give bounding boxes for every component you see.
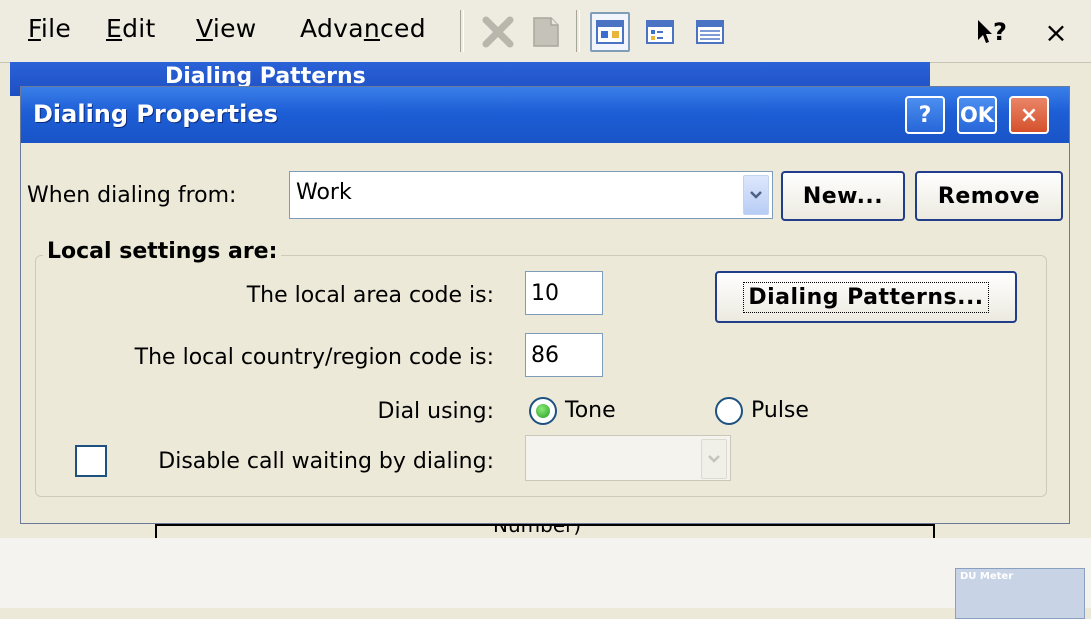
call-waiting-code-combo: [525, 435, 731, 481]
background-window-status: Number): [493, 524, 582, 537]
app-close-button[interactable]: ×: [1036, 12, 1076, 52]
disable-call-waiting-label[interactable]: Disable call waiting by dialing:: [158, 449, 494, 474]
menu-advanced-mnemonic: n: [363, 14, 381, 43]
local-settings-label: Local settings are:: [43, 239, 282, 264]
remove-button-label: Remove: [937, 183, 1041, 209]
country-code-input[interactable]: 86: [525, 333, 603, 377]
area-code-input[interactable]: 10: [525, 271, 603, 315]
delete-icon[interactable]: [478, 12, 518, 52]
tone-label[interactable]: Tone: [565, 398, 616, 423]
ok-button[interactable]: OK: [957, 96, 997, 134]
menu-file-text: ile: [40, 14, 72, 43]
details-view-icon[interactable]: [690, 12, 730, 52]
close-button[interactable]: ×: [1009, 96, 1049, 134]
desktop-strip: [0, 538, 1091, 608]
chevron-down-icon[interactable]: [743, 175, 769, 215]
menu-view-mnemonic: V: [196, 14, 213, 43]
disable-call-waiting-checkbox[interactable]: [75, 445, 107, 477]
area-code-label: The local area code is:: [246, 283, 494, 308]
menu-edit[interactable]: Edit: [106, 14, 156, 43]
toolbar-separator-2: [576, 10, 580, 52]
menu-advanced-text-pre: Adva: [300, 14, 364, 43]
large-icons-view-icon[interactable]: [590, 12, 630, 52]
menu-view[interactable]: View: [196, 14, 257, 43]
area-code-value: 10: [531, 281, 559, 306]
menu-edit-mnemonic: E: [106, 14, 123, 43]
whats-this-icon[interactable]: ?: [972, 12, 1012, 52]
dialog-titlebar[interactable]: Dialing Properties ? OK ×: [21, 87, 1069, 143]
when-dialing-from-label: When dialing from:: [27, 183, 237, 208]
whats-this-glyph: ?: [993, 18, 1007, 46]
menu-advanced-text: ced: [380, 14, 426, 43]
dial-using-label: Dial using:: [377, 399, 494, 424]
du-meter-widget[interactable]: DU Meter: [955, 568, 1085, 619]
country-code-label: The local country/region code is:: [134, 345, 494, 370]
close-icon: ×: [1019, 102, 1039, 128]
new-button-label: New...: [802, 183, 884, 209]
background-window-lower-edge: Number): [155, 524, 935, 538]
small-icons-view-icon[interactable]: [640, 12, 680, 52]
dialog-title: Dialing Properties: [33, 100, 278, 128]
du-meter-title: DU Meter: [960, 571, 1014, 582]
location-combo[interactable]: Work: [289, 171, 773, 219]
tone-radio[interactable]: [529, 397, 557, 425]
menu-view-text: iew: [212, 14, 257, 43]
menu-edit-text: dit: [122, 14, 156, 43]
radio-selected-dot: [536, 404, 550, 418]
menu-advanced[interactable]: Advanced: [300, 14, 426, 43]
country-code-value: 86: [531, 343, 559, 368]
ok-label: OK: [959, 103, 995, 127]
dialing-patterns-label: Dialing Patterns...: [743, 281, 989, 313]
dialing-patterns-button[interactable]: Dialing Patterns...: [715, 271, 1017, 323]
menu-file[interactable]: File: [28, 14, 71, 43]
chevron-down-icon: [701, 439, 727, 479]
dialing-properties-dialog: Dialing Properties ? OK × When dialing f…: [20, 86, 1070, 524]
menu-file-mnemonic: F: [28, 14, 41, 43]
properties-icon[interactable]: [526, 12, 566, 52]
help-icon: ?: [918, 102, 932, 128]
help-button[interactable]: ?: [905, 96, 945, 134]
pulse-radio[interactable]: [715, 397, 743, 425]
remove-location-button[interactable]: Remove: [915, 171, 1063, 221]
location-value: Work: [296, 180, 352, 205]
close-icon: ×: [1044, 15, 1068, 49]
pulse-label[interactable]: Pulse: [751, 398, 809, 423]
menu-bar: File Edit View Advanced ? ×: [0, 0, 1091, 63]
new-location-button[interactable]: New...: [781, 171, 905, 221]
toolbar-separator: [460, 10, 464, 52]
